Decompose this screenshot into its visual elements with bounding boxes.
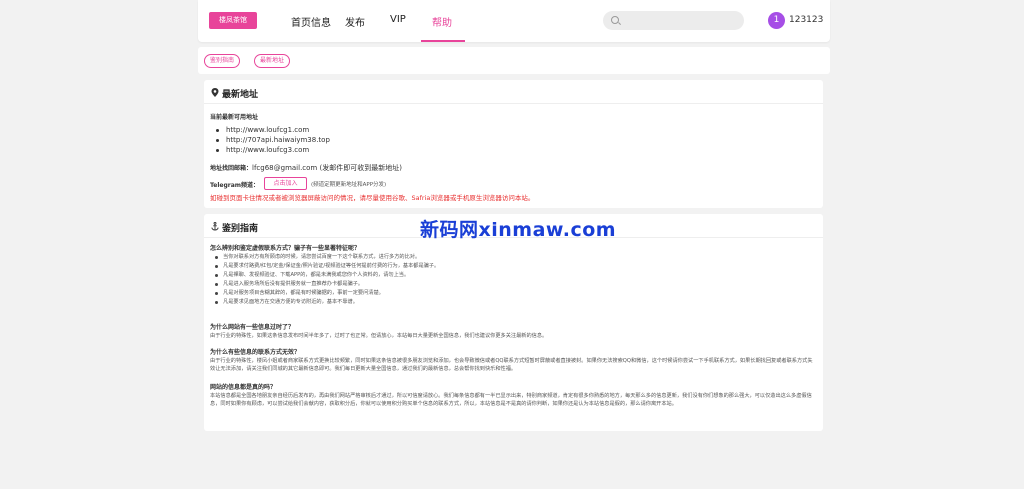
tab-latest-address[interactable]: 最新地址 (254, 54, 291, 68)
telegram-label: Telegram频道： (210, 182, 260, 189)
guide-card: 鉴别指南 怎么辨别和鉴定虚假联系方式？骗子有一些显著特征呢？ 当你对联系对方有所… (204, 214, 823, 431)
guide-tips-list: 当你对联系对方有所顾虑的时候，请您尝试百度一下这个联系方式，进行多方的比对。 凡… (215, 253, 816, 307)
list-item: 凡是裸聊、发视频验证、下载APP的，都是未满我或您你个人资料的，请勿上当。 (215, 271, 816, 280)
guide-question: 网站的信息都是真的吗？ (210, 384, 277, 391)
email-label: 地址找回邮箱： (210, 165, 253, 172)
recovery-email: 地址找回邮箱：lfcg68@gmail.com (发邮件即可收到最新地址) (210, 163, 402, 173)
guide-question: 为什么有些信息的联系方式无效？ (210, 349, 301, 356)
email-value: lfcg68@gmail.com (发邮件即可收到最新地址) (252, 164, 402, 172)
avatar[interactable]: 1 (768, 12, 785, 29)
guide-section-identify: 怎么辨别和鉴定虚假联系方式？骗子有一些显著特征呢？ 当你对联系对方有所顾虑的时候… (210, 244, 816, 306)
guide-section-authentic: 网站的信息都是真的吗？ 本站信息都是全国各地朋友亲自经历后发布的，再由我们网站严… (210, 383, 816, 408)
nav-home[interactable]: 首页信息 (291, 14, 331, 29)
guide-answer: 本站信息都是全国各地朋友亲自经历后发布的，再由我们网站严格审核后才通过，所以可信… (210, 393, 812, 407)
address-link[interactable]: http://www.loufcg1.com (216, 125, 330, 135)
list-item: 凡是要求付路费/红包/定金/保证金/照片验证/视频验证等任何提前付费的行为，基本… (215, 262, 816, 271)
card-title: 鉴别指南 (222, 224, 259, 234)
watermark-text: 新码网xinmaw.com (420, 219, 617, 241)
telegram-row: Telegram频道： (210, 180, 259, 189)
nav-active-indicator (421, 40, 465, 42)
list-item: 凡是要求见面地方在交通方便的专访附近的，基本不靠谱。 (215, 298, 816, 307)
guide-answer: 由于行业的特殊性，如果这条信息发布时间半年多了，过时了也正常。但请放心，本站每日… (210, 333, 548, 339)
username[interactable]: 123123 (789, 15, 823, 25)
top-navbar: 楼凤茶馆 首页信息 发布 VIP 帮助 1 123123 (198, 0, 830, 42)
list-item: 凡是进入服务场所后没有提供服务就一直推荐办卡都是骗子。 (215, 280, 816, 289)
nav-vip[interactable]: VIP (390, 14, 406, 25)
guide-question: 为什么网站有一些信息过时了？ (210, 324, 295, 331)
card-title: 最新地址 (222, 90, 259, 100)
latest-address-card: 最新地址 当前最新可用地址 http://www.loufcg1.com htt… (204, 80, 823, 208)
guide-section-outdated: 为什么网站有一些信息过时了？ 由于行业的特殊性，如果这条信息发布时间半年多了，过… (210, 323, 816, 340)
guide-answer: 由于行业的特殊性，楼凤小姐或者商家联系方式更换比较频繁，同时如果这条信息被很多朋… (210, 358, 813, 372)
list-item: 当你对联系对方有所顾虑的时候，请您尝试百度一下这个联系方式，进行多方的比对。 (215, 253, 816, 262)
address-link[interactable]: http://707api.haiwaiym38.top (216, 135, 330, 145)
location-pin-icon (211, 88, 219, 99)
current-address-label: 当前最新可用地址 (210, 114, 259, 121)
address-list: http://www.loufcg1.com http://707api.hai… (216, 125, 330, 155)
list-item: 凡是对服务项目含糊其辞的，都是有时候骗据的，事前一定要问清楚。 (215, 289, 816, 298)
address-link[interactable]: http://www.loufcg3.com (216, 145, 330, 155)
nav-help[interactable]: 帮助 (432, 14, 452, 29)
browser-warning: 如碰到页面卡住情况或者被浏览器屏蔽访问的情况，请尽量使用谷歌、Safria浏览器… (210, 194, 535, 202)
search-icon (611, 16, 619, 24)
guide-section-invalid-contact: 为什么有些信息的联系方式无效？ 由于行业的特殊性，楼凤小姐或者商家联系方式更换比… (210, 348, 816, 373)
anchor-icon (211, 221, 219, 233)
card-header: 最新地址 (204, 80, 823, 104)
telegram-note: (频道定期更新地址和APP分发) (311, 182, 387, 188)
tab-guide[interactable]: 鉴别指南 (204, 54, 241, 68)
search-input[interactable] (625, 13, 735, 28)
telegram-join-button[interactable]: 点击加入 (264, 177, 307, 190)
help-tab-bar: 鉴别指南 最新地址 (198, 47, 830, 74)
search-box[interactable] (603, 11, 744, 30)
guide-question: 怎么辨别和鉴定虚假联系方式？骗子有一些显著特征呢？ (210, 245, 361, 252)
nav-publish[interactable]: 发布 (345, 14, 365, 29)
site-logo[interactable]: 楼凤茶馆 (209, 12, 257, 29)
